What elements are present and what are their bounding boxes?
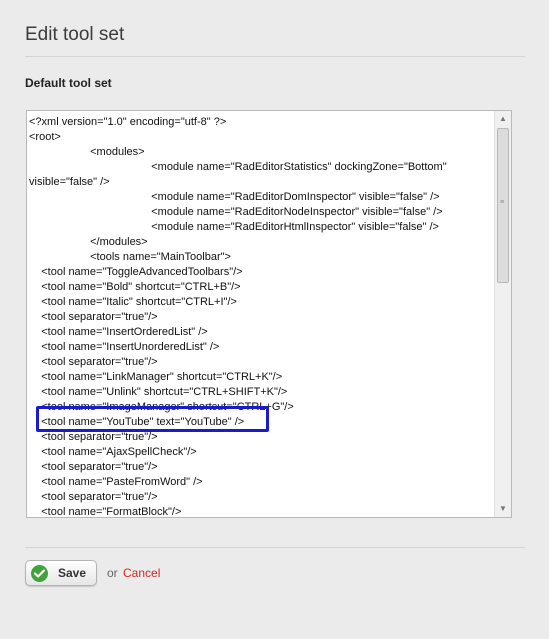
code-line: <tool name="Italic" shortcut="CTRL+I"/> [29, 296, 237, 308]
code-line: <tool name="InsertUnorderedList" /> [29, 341, 220, 353]
code-line: <tool name="FormatBlock"/> [29, 506, 182, 517]
editor-scrollbar[interactable]: ▲ ≡ ▼ [494, 111, 511, 517]
code-line: <module name="RadEditorDomInspector" vis… [29, 191, 440, 203]
code-line: <tool separator="true"/> [29, 311, 158, 323]
code-line: <tool name="PasteFromWord" /> [29, 476, 203, 488]
save-label: Save [58, 566, 87, 580]
divider-bottom [25, 547, 525, 548]
section-label: Default tool set [25, 76, 112, 90]
or-text: or [107, 566, 118, 580]
code-line: <tool name="LinkManager" shortcut="CTRL+… [29, 371, 283, 383]
checkmark-icon [31, 564, 48, 582]
code-line: <tool separator="true"/> [29, 491, 158, 503]
code-line: <module name="RadEditorNodeInspector" vi… [29, 206, 443, 218]
scrollbar-thumb[interactable]: ≡ [497, 128, 509, 283]
code-line: visible="false" /> [29, 176, 110, 188]
divider-top [25, 56, 525, 57]
grip-icon: ≡ [500, 199, 505, 206]
code-line: <module name="RadEditorHtmlInspector" vi… [29, 221, 439, 233]
code-line: <tool separator="true"/> [29, 461, 158, 473]
code-line: <tool name="Unlink" shortcut="CTRL+SHIFT… [29, 386, 288, 398]
code-line: <tool name="AjaxSpellCheck"/> [29, 446, 197, 458]
page-title: Edit tool set [25, 24, 125, 45]
code-line: <tool separator="true"/> [29, 356, 158, 368]
code-line: <modules> [29, 146, 145, 158]
code-line: <root> [29, 131, 61, 143]
code-line: <tool name="ToggleAdvancedToolbars"/> [29, 266, 243, 278]
scroll-up-arrow-icon[interactable]: ▲ [495, 111, 511, 127]
code-line: <tool name="YouTube" text="YouTube" /> [29, 416, 245, 428]
code-line: <?xml version="1.0" encoding="utf-8" ?> [29, 116, 227, 128]
code-line: <tools name="MainToolbar"> [29, 251, 231, 263]
editor-content[interactable]: <?xml version="1.0" encoding="utf-8" ?> <… [27, 111, 494, 517]
save-button[interactable]: Save [25, 560, 97, 586]
cancel-link[interactable]: Cancel [123, 566, 160, 580]
code-line: <tool name="ImageManager" shortcut="CTRL… [29, 401, 294, 413]
code-line: <module name="RadEditorStatistics" docki… [29, 161, 447, 173]
code-line: </modules> [29, 236, 148, 248]
code-line: <tool name="InsertOrderedList" /> [29, 326, 208, 338]
scroll-down-arrow-icon[interactable]: ▼ [495, 501, 511, 517]
code-line: <tool name="Bold" shortcut="CTRL+B"/> [29, 281, 241, 293]
xml-editor-textarea[interactable]: <?xml version="1.0" encoding="utf-8" ?> <… [26, 110, 512, 518]
code-line: <tool separator="true"/> [29, 431, 158, 443]
